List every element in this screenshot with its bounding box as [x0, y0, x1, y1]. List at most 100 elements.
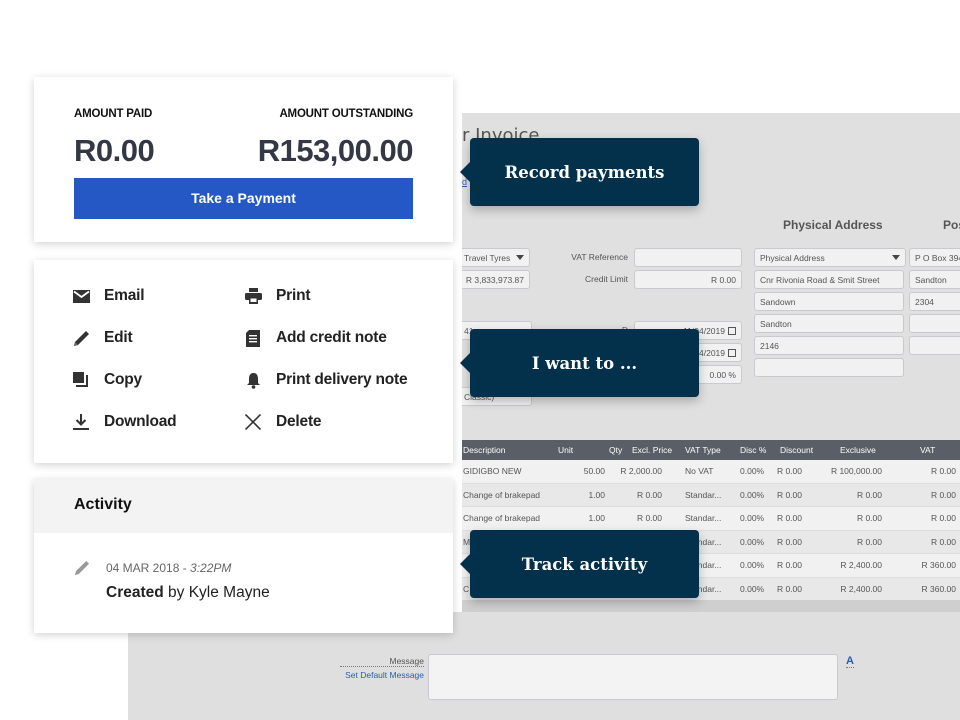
- column-header[interactable]: Exclusive: [840, 440, 876, 460]
- action-print[interactable]: Print: [244, 284, 311, 308]
- column-header[interactable]: Disc %: [740, 440, 766, 460]
- credit-limit-input[interactable]: R 0.00: [634, 270, 742, 289]
- table-cell: R 2,400.00: [840, 583, 882, 594]
- font-format-button[interactable]: A: [846, 655, 854, 668]
- table-cell: 0.00%: [740, 513, 765, 523]
- callout-text: Record payments: [504, 162, 665, 182]
- table-cell: R 0.00: [856, 513, 882, 523]
- table-cell: R 0.00: [776, 536, 802, 547]
- envelope-icon: [72, 287, 90, 305]
- action-label: Print delivery note: [276, 371, 408, 388]
- column-header[interactable]: Qty: [609, 440, 622, 460]
- physical-address-line2[interactable]: Sandown: [754, 292, 904, 311]
- activity-timestamp: 04 MAR 2018 - 3:22PM: [106, 561, 231, 575]
- vat-reference-input[interactable]: [634, 248, 742, 267]
- table-cell: R 100,000.00: [830, 466, 882, 476]
- action-label: Delete: [276, 413, 322, 430]
- address-type-value: Physical Address: [760, 253, 825, 263]
- printer-icon: [244, 287, 262, 305]
- table-cell: R 0.00: [776, 513, 802, 523]
- table-cell: R 0.00: [930, 466, 956, 476]
- table-cell: R 0.00: [930, 513, 956, 523]
- copy-icon: [72, 371, 90, 389]
- vat-reference-label: VAT Reference: [571, 252, 628, 262]
- physical-address-line5[interactable]: [754, 358, 904, 377]
- table-cell: 1.00: [588, 513, 605, 523]
- table-cell: 0.00%: [740, 536, 765, 547]
- callout-i-want-to: I want to ...: [460, 329, 699, 397]
- chevron-down-icon: [516, 255, 524, 260]
- column-header[interactable]: Discount: [780, 440, 813, 460]
- action-copy[interactable]: Copy: [72, 368, 142, 392]
- action-edit[interactable]: Edit: [72, 326, 133, 350]
- document-icon: [244, 329, 262, 347]
- physical-address-line1[interactable]: Cnr Rivonia Road & Smit Street: [754, 270, 904, 289]
- table-cell: Standar...: [685, 489, 722, 500]
- bell-icon: [244, 371, 262, 389]
- column-header[interactable]: VAT Type: [685, 440, 721, 460]
- table-cell: 50.00: [583, 466, 605, 476]
- table-cell: Standar...: [685, 513, 722, 523]
- action-add-credit-note[interactable]: Add credit note: [244, 326, 387, 350]
- action-label: Edit: [104, 329, 133, 346]
- column-header[interactable]: VAT: [920, 440, 935, 460]
- postal-address-line3[interactable]: 2304: [909, 292, 960, 311]
- postal-address-line1[interactable]: P O Box 3948: [909, 248, 960, 267]
- table-cell: No VAT: [685, 466, 714, 476]
- amount-outstanding-value: R153,00.00: [257, 133, 414, 168]
- physical-address-type-select[interactable]: Physical Address: [754, 248, 906, 267]
- table-cell: Change of brakepad: [463, 513, 541, 523]
- action-label: Print: [276, 287, 311, 304]
- action-label: Download: [104, 413, 177, 430]
- chevron-down-icon: [892, 255, 900, 260]
- message-textarea[interactable]: [428, 654, 838, 700]
- table-cell: R 360.00: [921, 583, 957, 594]
- customer-select-value: Travel Tyres: [464, 253, 511, 263]
- action-delete[interactable]: Delete: [244, 410, 322, 434]
- table-cell: R 2,400.00: [840, 560, 882, 570]
- table-row[interactable]: GIDIGBO NEW 50.00 R 2,000.00 No VAT 0.00% R 0…: [462, 460, 960, 484]
- postal-address-line4[interactable]: [909, 314, 960, 333]
- activity-author: by Kyle Mayne: [163, 584, 270, 601]
- action-print-delivery-note[interactable]: Print delivery note: [244, 368, 408, 392]
- callout-record-payments: Record payments: [460, 138, 699, 206]
- set-default-message-link[interactable]: Set Default Message: [330, 670, 424, 680]
- amount-paid-label: AMOUNT PAID: [74, 108, 153, 120]
- callout-track-activity: Track activity: [460, 530, 699, 598]
- column-header[interactable]: Excl. Price: [632, 440, 672, 460]
- table-cell: R 0.00: [930, 489, 956, 500]
- table-cell: R 0.00: [776, 466, 802, 476]
- table-cell: R 0.00: [856, 489, 882, 500]
- callout-text: I want to ...: [531, 353, 638, 373]
- take-payment-button[interactable]: Take a Payment: [74, 178, 413, 219]
- table-cell: 0.00%: [740, 466, 765, 476]
- activity-action: Created: [106, 584, 164, 601]
- column-header[interactable]: Description: [463, 440, 506, 460]
- table-footer-bar: [462, 600, 960, 612]
- table-cell: Change of brakepad: [463, 489, 541, 500]
- activity-time: 3:22PM: [190, 561, 232, 575]
- table-row[interactable]: Change of brakepad 1.00 R 0.00 Standar... 0.…: [462, 507, 960, 531]
- table-row[interactable]: Change of brakepad 1.00 R 0.00 Standar... 0.…: [462, 483, 960, 507]
- payment-card: AMOUNT PAID AMOUNT OUTSTANDING R0.00 R15…: [34, 77, 453, 242]
- due-date-value: 4/2019: [699, 348, 725, 358]
- action-email[interactable]: Email: [72, 284, 145, 308]
- customer-select[interactable]: Travel Tyres: [462, 248, 530, 267]
- table-cell: R 0.00: [856, 536, 882, 547]
- calendar-icon[interactable]: [728, 349, 736, 357]
- actions-card: Email Print Edit Add credit note Copy Pr…: [34, 260, 453, 463]
- column-header[interactable]: Unit: [558, 440, 573, 460]
- action-label: Copy: [104, 371, 142, 388]
- physical-address-line4[interactable]: 2146: [754, 336, 904, 355]
- calendar-icon[interactable]: [728, 327, 736, 335]
- postal-address-heading: Pos: [943, 218, 960, 232]
- table-cell: R 0.00: [636, 489, 662, 500]
- activity-card: Activity 04 MAR 2018 - 3:22PM Created by…: [34, 479, 453, 633]
- amount-paid-value: R0.00: [74, 133, 155, 168]
- table-cell: R 2,000.00: [620, 466, 662, 476]
- action-download[interactable]: Download: [72, 410, 177, 434]
- postal-address-line5[interactable]: [909, 336, 960, 355]
- postal-address-line2[interactable]: Sandton: [909, 270, 960, 289]
- physical-address-line3[interactable]: Sandton: [754, 314, 904, 333]
- table-cell: 1.00: [588, 489, 605, 500]
